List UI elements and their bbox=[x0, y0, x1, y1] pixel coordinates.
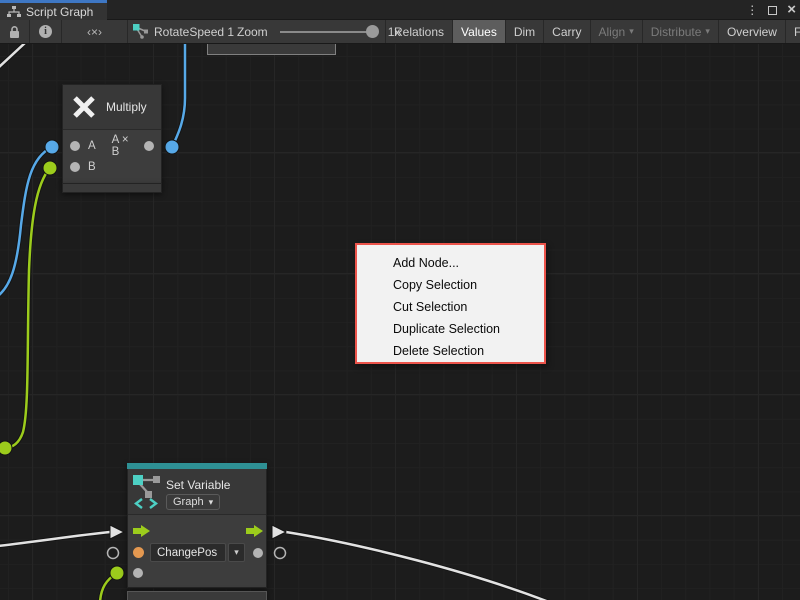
zoom-slider-track[interactable] bbox=[280, 31, 372, 33]
toolbar-button-align[interactable]: Align ▾ bbox=[590, 20, 642, 43]
node-set-variable-footer bbox=[127, 591, 267, 600]
button-label: Align bbox=[599, 25, 626, 39]
caret-down-icon: ▾ bbox=[209, 497, 214, 508]
variable-value: ChangePos bbox=[157, 547, 217, 559]
visual-scripting-window: Script Graph ⋮ × i ‹×› bbox=[0, 0, 800, 600]
node-header: Set Variable Graph ▾ bbox=[128, 469, 266, 515]
graph-name: RotateSpeed 1 bbox=[154, 25, 234, 39]
button-label: Relations bbox=[394, 25, 444, 39]
variable-input-port[interactable] bbox=[133, 547, 144, 558]
window-menu-icon[interactable]: ⋮ bbox=[746, 3, 758, 17]
zoom-slider-handle[interactable] bbox=[366, 25, 379, 38]
unconnected-port-ring bbox=[275, 548, 286, 559]
flow-output-arrow-icon[interactable] bbox=[246, 525, 263, 537]
partial-node[interactable] bbox=[207, 44, 336, 55]
graph-hierarchy-icon bbox=[7, 6, 21, 18]
graph-ref-icon bbox=[133, 24, 148, 39]
wire-end-dot bbox=[165, 140, 179, 154]
set-variable-icon bbox=[132, 472, 162, 510]
flow-wire-arrowhead bbox=[110, 525, 124, 539]
node-title: Set Variable bbox=[166, 478, 230, 492]
toolbar-button-dim[interactable]: Dim bbox=[505, 20, 543, 43]
port-row: B bbox=[63, 156, 161, 177]
node-title-column: Set Variable Graph ▾ bbox=[166, 472, 230, 511]
context-menu-item-add-node[interactable]: Add Node... bbox=[357, 252, 544, 274]
node-title: Multiply bbox=[106, 100, 147, 114]
wire-end-dot bbox=[43, 161, 57, 175]
variable-dropdown-caret[interactable]: ▾ bbox=[228, 543, 245, 562]
lock-icon bbox=[8, 25, 21, 39]
wire-end-dot bbox=[0, 441, 12, 455]
node-multiply[interactable]: Multiply A A × B B bbox=[62, 84, 162, 184]
value-input-port[interactable] bbox=[133, 568, 143, 578]
context-menu-item-delete-selection[interactable]: Delete Selection bbox=[357, 340, 544, 362]
scope-value: Graph bbox=[173, 496, 204, 508]
toolbar-button-full-screen[interactable]: Full Screen bbox=[785, 20, 800, 43]
tab-bar: Script Graph ⋮ × bbox=[0, 0, 800, 20]
input-port-b[interactable] bbox=[70, 162, 80, 172]
code-toggle-button[interactable]: ‹×› bbox=[62, 20, 128, 43]
value-output-port[interactable] bbox=[253, 548, 263, 558]
wire-end-dot bbox=[45, 140, 59, 154]
button-label: Values bbox=[461, 25, 497, 39]
context-menu: Add Node... Copy Selection Cut Selection… bbox=[355, 243, 546, 364]
caret-down-icon: ▾ bbox=[629, 26, 634, 37]
button-label: Overview bbox=[727, 25, 777, 39]
scope-dropdown[interactable]: Graph ▾ bbox=[166, 494, 220, 510]
close-icon[interactable]: × bbox=[787, 5, 796, 15]
toolbar-button-values[interactable]: Values bbox=[452, 20, 505, 43]
port-label-a: A bbox=[88, 140, 96, 152]
toolbar-button-overview[interactable]: Overview bbox=[718, 20, 785, 43]
input-port-a[interactable] bbox=[70, 141, 80, 151]
button-label: Distribute bbox=[651, 25, 702, 39]
toolbar-buttons: Relations Values Dim Carry Align ▾ Distr… bbox=[385, 20, 800, 43]
button-label: Carry bbox=[552, 25, 581, 39]
port-label-out: A × B bbox=[112, 134, 136, 158]
caret-down-icon: ▾ bbox=[705, 26, 710, 37]
flow-wire-arrowhead bbox=[272, 525, 286, 539]
graph-breadcrumb[interactable]: RotateSpeed 1 bbox=[133, 20, 234, 43]
tab-script-graph[interactable]: Script Graph bbox=[0, 0, 107, 20]
info-icon: i bbox=[39, 25, 52, 38]
context-menu-item-duplicate-selection[interactable]: Duplicate Selection bbox=[357, 318, 544, 340]
multiply-x-icon bbox=[71, 94, 97, 120]
node-header: Multiply bbox=[63, 85, 161, 130]
graph-toolbar: i ‹×› RotateSpeed 1 Zoom 1x Relations bbox=[0, 20, 800, 44]
button-label: Dim bbox=[514, 25, 535, 39]
toolbar-button-carry[interactable]: Carry bbox=[543, 20, 589, 43]
toolbar-button-distribute[interactable]: Distribute ▾ bbox=[642, 20, 718, 43]
node-body: ChangePos ▾ bbox=[128, 515, 266, 587]
button-label: Full Screen bbox=[794, 25, 800, 39]
variable-dropdown[interactable]: ChangePos bbox=[150, 543, 226, 562]
wire-end-dot bbox=[110, 566, 124, 580]
caret-down-icon: ▾ bbox=[234, 547, 239, 558]
wire-white-to-setvar-flow-in bbox=[0, 532, 110, 546]
tab-label: Script Graph bbox=[26, 5, 93, 19]
context-menu-item-cut-selection[interactable]: Cut Selection bbox=[357, 296, 544, 318]
wire-white-from-setvar-flow-out bbox=[286, 532, 554, 600]
port-label-b: B bbox=[88, 161, 96, 173]
unconnected-port-ring bbox=[108, 548, 119, 559]
zoom-label: Zoom bbox=[237, 25, 268, 39]
lock-button[interactable] bbox=[0, 20, 30, 43]
node-body: A A × B B bbox=[63, 130, 161, 183]
port-row: A A × B bbox=[63, 135, 161, 156]
node-multiply-footer bbox=[62, 183, 162, 193]
info-button[interactable]: i bbox=[30, 20, 62, 43]
code-toggle-label: ‹×› bbox=[87, 25, 102, 39]
maximize-icon[interactable] bbox=[768, 6, 777, 15]
flow-input-arrow-icon[interactable] bbox=[133, 525, 150, 537]
context-menu-item-copy-selection[interactable]: Copy Selection bbox=[357, 274, 544, 296]
toolbar-button-relations[interactable]: Relations bbox=[385, 20, 452, 43]
output-port[interactable] bbox=[144, 141, 154, 151]
graph-canvas[interactable]: Multiply A A × B B bbox=[0, 44, 800, 600]
window-controls: ⋮ × bbox=[746, 0, 796, 20]
zoom-control: Zoom 1x bbox=[237, 20, 400, 43]
node-set-variable[interactable]: Set Variable Graph ▾ ChangePos bbox=[127, 463, 267, 588]
